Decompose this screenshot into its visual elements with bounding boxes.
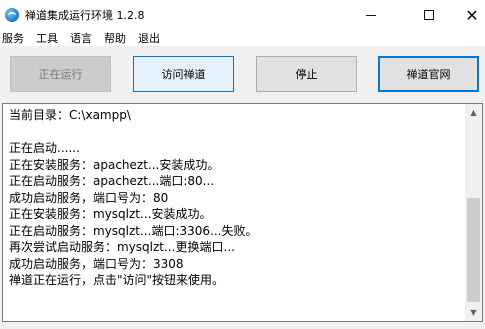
log-line: 禅道正在运行，点击"访问"按钮来使用。 bbox=[9, 273, 225, 287]
menu-language[interactable]: 语言 bbox=[70, 30, 92, 46]
stop-button[interactable]: 停止 bbox=[256, 56, 357, 92]
log-output[interactable]: 当前目录：C:\xampp\ 正在启动...... 正在安装服务：apachez… bbox=[2, 103, 483, 322]
log-line: 成功启动服务，端口号为：3308 bbox=[9, 256, 184, 271]
log-line: 正在启动服务：apachezt...端口:80... bbox=[9, 174, 215, 188]
log-line: 再次尝试启动服务：mysqlzt...更换端口... bbox=[9, 240, 235, 254]
zentao-website-button[interactable]: 禅道官网 bbox=[378, 56, 479, 92]
close-button[interactable]: ✕ bbox=[449, 0, 485, 30]
log-line: 正在启动...... bbox=[9, 141, 80, 155]
log-line: 正在启动服务：mysqlzt...端口:3306...失败。 bbox=[9, 223, 258, 238]
log-lines: 当前目录：C:\xampp\ 正在启动...... 正在安装服务：apachez… bbox=[9, 107, 464, 289]
menu-help[interactable]: 帮助 bbox=[104, 30, 126, 46]
scroll-thumb[interactable] bbox=[467, 198, 480, 302]
running-button: 正在运行 bbox=[10, 56, 111, 92]
scroll-up-button[interactable]: ▲ bbox=[465, 104, 482, 121]
menu-service[interactable]: 服务 bbox=[2, 30, 24, 46]
close-icon: ✕ bbox=[465, 5, 479, 25]
chevron-down-icon: ▼ bbox=[470, 308, 477, 317]
minimize-icon bbox=[366, 14, 376, 16]
menu-tools[interactable]: 工具 bbox=[36, 30, 58, 46]
app-logo-icon bbox=[5, 8, 19, 22]
menu-bar: 服务 工具 语言 帮助 退出 bbox=[0, 30, 485, 46]
title-bar: 禅道集成运行环境 1.2.8 ✕ bbox=[0, 0, 485, 30]
window-title: 禅道集成运行环境 1.2.8 bbox=[25, 9, 145, 22]
maximize-button[interactable] bbox=[406, 0, 452, 30]
visit-zentao-button[interactable]: 访问禅道 bbox=[133, 56, 234, 92]
vertical-scrollbar[interactable]: ▲ ▼ bbox=[465, 104, 482, 321]
scroll-down-button[interactable]: ▼ bbox=[465, 304, 482, 321]
maximize-icon bbox=[424, 10, 434, 20]
log-line: 正在安装服务：mysqlzt...安装成功。 bbox=[9, 207, 212, 221]
log-line: 当前目录：C:\xampp\ bbox=[9, 108, 131, 122]
menu-exit[interactable]: 退出 bbox=[138, 30, 160, 46]
chevron-up-icon: ▲ bbox=[470, 108, 477, 117]
log-line: 正在安装服务：apachezt...安装成功。 bbox=[9, 157, 220, 172]
minimize-button[interactable] bbox=[348, 0, 394, 30]
log-line: 成功启动服务，端口号为：80 bbox=[9, 190, 169, 205]
